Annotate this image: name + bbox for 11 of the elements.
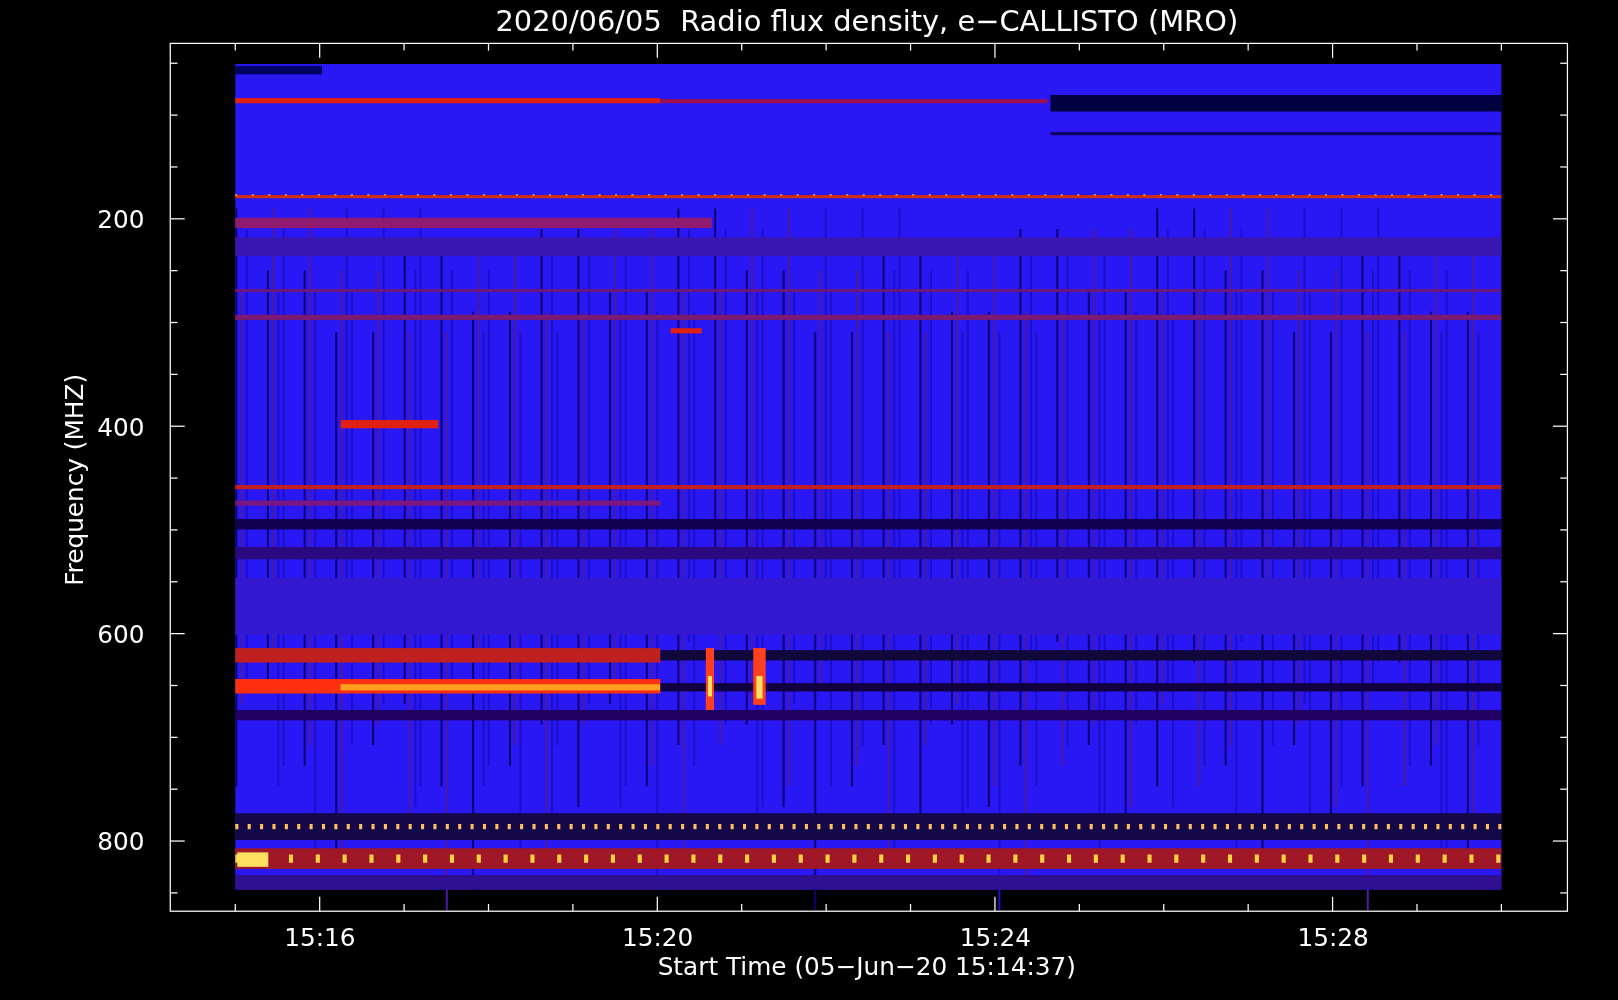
- tick-label: 600: [97, 619, 145, 649]
- tick-label: 200: [97, 205, 145, 235]
- tick-label: 400: [97, 412, 145, 442]
- axis-label: Start Time (05−Jun−20 15:14:37): [657, 952, 1076, 982]
- tick-label: 15:16: [284, 923, 356, 953]
- tick-label: 15:20: [621, 923, 694, 953]
- tick-label: 800: [97, 827, 145, 857]
- tick-label: 15:28: [1297, 923, 1369, 953]
- chart-title: 2020/06/05 Radio flux density, e−CALLISTO (MRO): [495, 4, 1239, 38]
- tick-label: 15:24: [959, 923, 1031, 953]
- axis-label: Frequency (MHZ): [59, 373, 89, 586]
